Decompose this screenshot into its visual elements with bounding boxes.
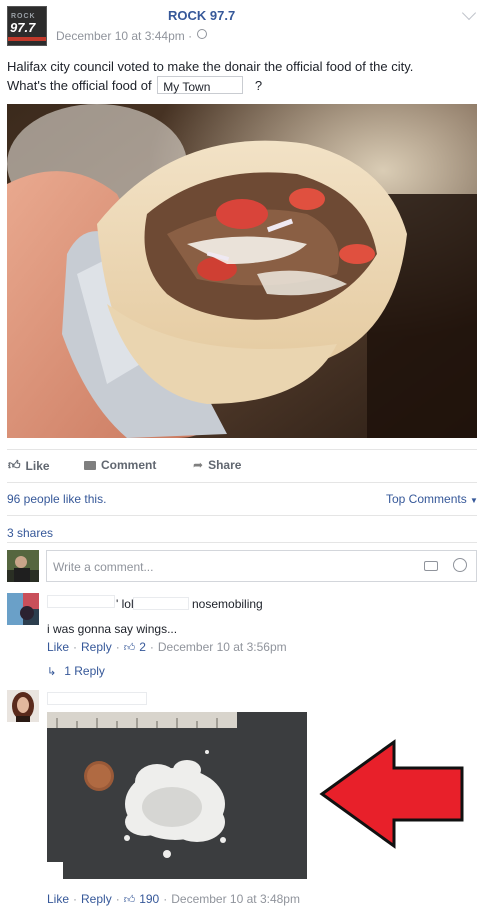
user-avatar-photo: [7, 550, 39, 582]
logo-bar: [8, 37, 46, 41]
separator-dot: ·: [115, 640, 120, 654]
fill-in-blank-text: My Town: [163, 80, 211, 94]
separator-dot: ·: [163, 892, 168, 906]
post-text-line2-after: ?: [254, 78, 263, 93]
like-label: Like: [25, 458, 50, 473]
share-arrow-icon: ➦: [193, 458, 204, 472]
redacted-name: [47, 595, 115, 608]
commenter-avatar-photo: [7, 593, 39, 625]
speech-bubble-icon: [84, 460, 96, 470]
separator-dot: ·: [73, 892, 78, 906]
share-label: Share: [208, 458, 242, 472]
replies-count: 1 Reply: [64, 664, 105, 678]
donair-photo: [7, 104, 477, 438]
redacted-name: [47, 692, 147, 705]
avatar[interactable]: [7, 690, 39, 722]
comment-like-link[interactable]: Like: [47, 640, 69, 654]
separator-dot: ·: [149, 640, 154, 654]
comment-reply-link[interactable]: Reply: [81, 892, 112, 906]
divider: [7, 542, 477, 543]
emoji-icon[interactable]: [453, 558, 467, 572]
post-text-line2-before: What's the official food of: [7, 78, 152, 93]
post-timestamp[interactable]: December 10 at 3:44pm ·: [56, 29, 192, 43]
globe-icon: [197, 29, 207, 39]
comment-label: Comment: [101, 458, 157, 472]
redacted-name: [133, 597, 189, 610]
comment-name-part2: nosemobiling: [192, 597, 263, 611]
separator-dot: ·: [115, 892, 120, 906]
comment-reply-link[interactable]: Reply: [81, 640, 112, 654]
arrow-graphic: [319, 739, 464, 849]
comment-name-part1: ' lol: [116, 597, 134, 611]
divider: [7, 482, 477, 483]
reply-arrow-icon: ↳: [47, 665, 57, 678]
thumbs-up-icon: 👍︎: [123, 893, 136, 906]
separator-dot: ·: [73, 640, 78, 654]
avatar[interactable]: [7, 593, 39, 625]
chevron-down-icon[interactable]: [461, 5, 477, 21]
post-text-line1: Halifax city council voted to make the d…: [7, 59, 414, 74]
avatar[interactable]: [7, 550, 39, 582]
shares-count[interactable]: 3 shares: [7, 526, 53, 540]
like-button[interactable]: 👍︎ Like: [8, 458, 50, 473]
post-photo[interactable]: [7, 104, 477, 438]
page-name[interactable]: ROCK 97.7: [168, 8, 235, 23]
post-text-line2: What's the official food of My Town ?: [7, 76, 477, 95]
top-comments-label: Top Comments: [386, 492, 467, 506]
divider: [7, 449, 477, 450]
comment-text: i was gonna say wings...: [47, 622, 178, 636]
comment-photo[interactable]: [47, 712, 307, 879]
red-arrow-icon: [318, 738, 468, 850]
logo-text-main: 97.7: [10, 20, 36, 35]
thumbs-up-icon: 👍︎: [123, 641, 136, 654]
share-button[interactable]: ➦ Share: [193, 458, 241, 472]
comment-reaction-count[interactable]: 190: [139, 892, 159, 906]
caret-down-icon: ▼: [470, 496, 478, 505]
comment-meta: Like · Reply · 👍︎ 2 · December 10 at 3:5…: [47, 640, 287, 654]
comment-timestamp[interactable]: December 10 at 3:56pm: [158, 640, 287, 654]
divider: [7, 515, 477, 516]
post-text: Halifax city council voted to make the d…: [7, 57, 477, 95]
comment-reaction-count[interactable]: 2: [139, 640, 146, 654]
logo-text-top: ROCK: [11, 13, 36, 20]
view-replies-link[interactable]: ↳ 1 Reply: [47, 664, 105, 678]
top-comments-dropdown[interactable]: Top Comments ▼: [386, 492, 478, 506]
fill-in-blank: My Town: [157, 76, 244, 94]
comment-input[interactable]: Write a comment...: [46, 550, 477, 582]
likes-count[interactable]: 96 people like this.: [7, 492, 106, 506]
comment-button[interactable]: Comment: [84, 458, 156, 472]
comment-meta: Like · Reply · 👍︎ 190 · December 10 at 3…: [47, 892, 300, 906]
commenter-avatar-photo: [7, 690, 39, 722]
page-logo[interactable]: ROCK 97.7: [7, 6, 47, 46]
comment-like-link[interactable]: Like: [47, 892, 69, 906]
comment-timestamp[interactable]: December 10 at 3:48pm: [171, 892, 300, 906]
comment-placeholder: Write a comment...: [53, 560, 154, 574]
powder-and-penny-photo: [47, 712, 307, 879]
camera-icon[interactable]: [424, 561, 438, 571]
thumbs-up-icon: 👍︎: [8, 458, 21, 472]
